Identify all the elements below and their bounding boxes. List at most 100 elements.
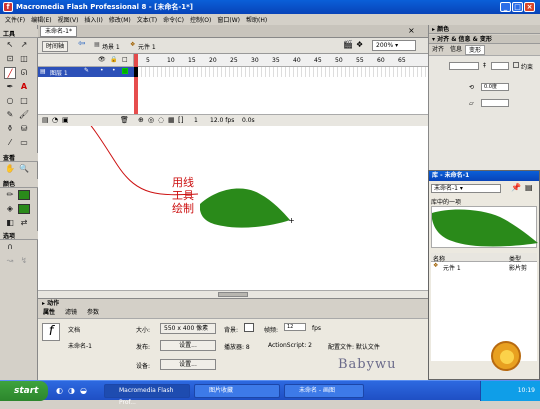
smooth-icon[interactable]: ↝ — [4, 255, 16, 267]
eyedropper-icon[interactable]: ⁄ — [4, 137, 16, 149]
close-button[interactable]: × — [524, 2, 535, 12]
menu-file[interactable]: 文件(F) — [2, 15, 28, 24]
outline-icon[interactable]: □ — [122, 56, 128, 63]
quick-launch-icon[interactable]: ◐ — [56, 386, 63, 395]
device-settings-button[interactable]: 设置... — [160, 359, 216, 370]
minimize-button[interactable]: _ — [500, 2, 511, 12]
magnet-icon[interactable]: ∩ — [4, 241, 16, 253]
eraser-icon[interactable]: ▭ — [18, 137, 30, 149]
subselect-tool-icon[interactable]: ↗ — [18, 39, 30, 51]
actions-panel-header[interactable]: ▸ 动作 — [38, 298, 428, 308]
onion-skin-icon[interactable]: ◎ — [148, 116, 154, 124]
line-tool-icon[interactable]: ╱ — [4, 67, 16, 79]
add-folder-icon[interactable]: ▣ — [62, 116, 69, 124]
paint-bucket-icon[interactable]: ⛁ — [18, 123, 30, 135]
pen-tool-icon[interactable]: ✒ — [4, 81, 16, 93]
task-pictures[interactable]: 图片收藏 — [194, 384, 280, 398]
menu-window[interactable]: 窗口(W) — [214, 15, 243, 24]
frame-row[interactable] — [134, 67, 428, 77]
maximize-button[interactable]: □ — [512, 2, 523, 12]
align-panel-header[interactable]: ▾ 对齐 & 信息 & 变形 — [429, 35, 540, 44]
onion-markers-icon[interactable]: [] — [178, 116, 183, 124]
menu-control[interactable]: 控制(O) — [187, 15, 214, 24]
oval-tool-icon[interactable]: ○ — [4, 95, 16, 107]
new-library-icon[interactable]: ▤ — [525, 183, 533, 192]
eye-icon[interactable]: 👁 — [98, 56, 106, 63]
fill-color-icon[interactable]: ◈ — [4, 203, 16, 215]
menu-text[interactable]: 文本(T) — [134, 15, 160, 24]
size-button[interactable]: 550 x 400 像素 — [160, 323, 216, 334]
close-document-icon[interactable]: × — [408, 26, 415, 35]
width-scale-field[interactable] — [449, 62, 479, 70]
layer-visible-dot[interactable]: • — [100, 67, 104, 74]
menu-edit[interactable]: 编辑(E) — [28, 15, 54, 24]
edit-scene-icon[interactable]: 🎬 — [343, 40, 353, 49]
menu-modify[interactable]: 修改(M) — [106, 15, 134, 24]
onion-outline-icon[interactable]: ◌ — [158, 116, 164, 124]
layer-lock-dot[interactable]: • — [112, 67, 116, 74]
zoom-tool-icon[interactable]: 🔍 — [18, 163, 30, 175]
constrain-checkbox[interactable] — [513, 62, 519, 68]
text-tool-icon[interactable]: A — [18, 81, 30, 93]
document-tab[interactable]: 未命名-1* — [40, 26, 77, 37]
straighten-icon[interactable]: ↯ — [18, 255, 30, 267]
publish-settings-button[interactable]: 设置... — [160, 340, 216, 351]
tab-filters[interactable]: 滤镜 — [60, 308, 82, 318]
hand-tool-icon[interactable]: ✋ — [4, 163, 16, 175]
tab-transform[interactable]: 变形 — [465, 45, 486, 55]
task-flash[interactable]: Macromedia Flash Prof... — [104, 384, 190, 406]
background-color-swatch[interactable] — [244, 323, 254, 332]
ink-bottle-icon[interactable]: ⚱ — [4, 123, 16, 135]
arrow-tool-icon[interactable]: ↖ — [4, 39, 16, 51]
stage[interactable]: + 用线 工具 绘制 — [38, 126, 428, 296]
fill-color-swatch[interactable] — [18, 204, 30, 214]
tab-align[interactable]: 对齐 — [429, 45, 447, 55]
tab-info[interactable]: 信息 — [447, 45, 465, 55]
quick-launch-icon[interactable]: ◒ — [80, 386, 87, 395]
add-guide-icon[interactable]: ◔ — [52, 116, 58, 124]
skew-field[interactable] — [481, 99, 509, 107]
edit-symbol-icon[interactable]: ❖ — [356, 40, 363, 49]
scene-breadcrumb[interactable]: 场景 1 — [102, 42, 120, 51]
pin-icon[interactable]: 📌 — [511, 183, 521, 192]
edit-multiple-icon[interactable]: ▦ — [168, 116, 175, 124]
fill-transform-icon[interactable]: ◫ — [18, 53, 30, 65]
tab-parameters[interactable]: 参数 — [82, 308, 104, 318]
rectangle-tool-icon[interactable]: □ — [18, 95, 30, 107]
start-button[interactable]: start — [0, 381, 48, 401]
leaf-shape[interactable] — [200, 188, 290, 228]
brush-tool-icon[interactable]: 🖌 — [18, 109, 30, 121]
color-panel-header[interactable]: ▸ 颜色 — [429, 25, 540, 34]
scroll-thumb[interactable] — [218, 292, 248, 297]
add-layer-icon[interactable]: ▤ — [42, 116, 49, 124]
menu-help[interactable]: 帮助(H) — [243, 15, 270, 24]
framerate-input[interactable]: 12 — [284, 323, 306, 331]
library-item[interactable]: ❖ 元件 1 影片剪 — [431, 262, 537, 272]
horizontal-scrollbar[interactable] — [38, 290, 428, 298]
tab-properties[interactable]: 属性 — [38, 308, 60, 318]
back-arrow-icon[interactable]: ⇦ — [78, 39, 86, 49]
height-scale-field[interactable] — [491, 62, 509, 70]
symbol-breadcrumb[interactable]: 元件 1 — [138, 42, 156, 51]
menu-insert[interactable]: 插入(I) — [81, 15, 105, 24]
layer-row[interactable]: ▤ 图层 1 ✎ • • — [38, 67, 134, 77]
layer-name[interactable]: 图层 1 — [50, 68, 68, 77]
free-transform-icon[interactable]: ⊡ — [4, 53, 16, 65]
center-frame-icon[interactable]: ⊕ — [138, 116, 144, 124]
task-paint[interactable]: 未命名 - 画图 — [284, 384, 364, 398]
stroke-color-icon[interactable]: ✏ — [4, 189, 16, 201]
keyframe[interactable] — [134, 67, 138, 77]
menu-commands[interactable]: 命令(C) — [160, 15, 187, 24]
delete-layer-icon[interactable]: 🗑 — [120, 116, 129, 124]
library-doc-select[interactable]: 未命名-1 ▾ — [431, 184, 501, 193]
zoom-select[interactable]: 200% ▾ — [372, 40, 416, 51]
swap-colors-icon[interactable]: ⇄ — [18, 217, 30, 229]
stroke-color-swatch[interactable] — [18, 190, 30, 200]
pencil-tool-icon[interactable]: ✎ — [4, 109, 16, 121]
menu-view[interactable]: 视图(V) — [55, 15, 82, 24]
layer-outline-box[interactable] — [122, 68, 128, 74]
black-white-icon[interactable]: ◧ — [4, 217, 16, 229]
lock-icon[interactable]: 🔒 — [110, 56, 117, 63]
lasso-tool-icon[interactable]: ᘏ — [18, 67, 30, 79]
timeline-toggle-button[interactable]: 时间轴 — [42, 41, 69, 52]
